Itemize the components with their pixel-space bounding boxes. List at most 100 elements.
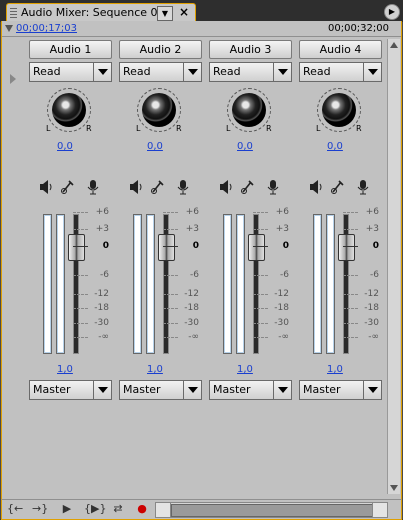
fader-tick: -12 — [343, 289, 383, 300]
chevron-down-icon — [183, 381, 201, 399]
chevron-down-icon — [93, 63, 111, 81]
fader-tick: +3 — [253, 224, 293, 235]
pan-right-label: R — [176, 124, 182, 133]
headphone-icon[interactable] — [241, 179, 255, 195]
panel-menu-icon[interactable]: ▶ — [384, 4, 400, 20]
fader-scale: +6 +3 0 -6 -12 -18 -30 -∞ — [343, 207, 383, 357]
go-to-out-icon[interactable]: →} — [32, 502, 48, 516]
scroll-up-icon[interactable] — [390, 42, 398, 48]
fader-tick: -18 — [253, 303, 293, 314]
fader-tick: -30 — [253, 318, 293, 329]
volume-value[interactable]: 1,0 — [327, 364, 343, 375]
microphone-icon[interactable] — [176, 179, 190, 195]
fader-tick-label: -6 — [370, 270, 379, 280]
volume-value[interactable]: 1,0 — [237, 364, 253, 375]
microphone-icon[interactable] — [86, 179, 100, 195]
speaker-icon[interactable] — [39, 179, 53, 195]
pan-value[interactable]: 0,0 — [57, 141, 73, 152]
fader-tick-label: -30 — [184, 318, 199, 328]
fader-tick-label: -18 — [184, 303, 199, 313]
go-to-in-icon[interactable]: {← — [7, 502, 23, 516]
track-name-button[interactable]: Audio 2 — [119, 40, 202, 59]
output-track-select[interactable]: Master — [299, 380, 382, 400]
pan-value[interactable]: 0,0 — [147, 141, 163, 152]
scroll-down-icon[interactable] — [390, 485, 398, 491]
automation-mode-select[interactable]: Read — [209, 62, 292, 82]
tab-menu-button[interactable]: ▼ — [157, 6, 173, 21]
chevron-down-icon — [363, 381, 381, 399]
pan-left-label: L — [46, 124, 51, 133]
automation-mode-value: Read — [33, 65, 61, 78]
speaker-icon[interactable] — [129, 179, 143, 195]
channel-strip: Audio 3 Read L R 0,0 +6 +3 0 -6 -12 -18 -30 -∞ 1,0 Mas… — [209, 21, 293, 421]
fader-tick: -∞ — [73, 332, 113, 343]
fader-tick-label: -6 — [280, 270, 289, 280]
track-name-button[interactable]: Audio 4 — [299, 40, 382, 59]
pan-knob[interactable] — [52, 93, 86, 127]
output-track-value: Master — [33, 383, 71, 396]
show-effects-icon[interactable] — [10, 74, 16, 84]
fader-tick-label: +3 — [185, 224, 199, 234]
play-in-to-out-icon[interactable]: {▶} — [84, 502, 106, 516]
fader-tick: -∞ — [253, 332, 293, 343]
loop-icon[interactable]: ⇄ — [110, 502, 126, 516]
microphone-icon[interactable] — [266, 179, 280, 195]
fader-tick: -6 — [253, 270, 293, 281]
horizontal-scrollbar[interactable] — [155, 502, 388, 518]
fader-tick-label: -6 — [190, 270, 199, 280]
speaker-icon[interactable] — [219, 179, 233, 195]
vertical-scrollbar[interactable] — [387, 39, 400, 494]
fader-tick: -18 — [73, 303, 113, 314]
output-track-select[interactable]: Master — [119, 380, 202, 400]
fader-tick-label: -30 — [94, 318, 109, 328]
tab-audio-mixer[interactable]: Audio Mixer: Sequence 01 ▼ × — [6, 3, 196, 22]
fader-scale: +6 +3 0 -6 -12 -18 -30 -∞ — [163, 207, 203, 357]
volume-value[interactable]: 1,0 — [57, 364, 73, 375]
output-track-select[interactable]: Master — [29, 380, 112, 400]
chevron-down-icon — [273, 63, 291, 81]
play-icon[interactable]: ▶ — [59, 502, 75, 516]
automation-mode-value: Read — [123, 65, 151, 78]
pan-right-label: R — [266, 124, 272, 133]
chevron-down-icon — [93, 381, 111, 399]
fader-tick-label: +3 — [365, 224, 379, 234]
pan-knob[interactable] — [322, 93, 356, 127]
pan-knob[interactable] — [232, 93, 266, 127]
output-track-select[interactable]: Master — [209, 380, 292, 400]
scroll-right-icon[interactable] — [372, 503, 387, 517]
track-name-button[interactable]: Audio 1 — [29, 40, 112, 59]
record-icon[interactable]: ● — [134, 502, 150, 516]
automation-mode-select[interactable]: Read — [29, 62, 112, 82]
fader-tick-label: -12 — [364, 289, 379, 299]
fader-tick: -18 — [163, 303, 203, 314]
headphone-icon[interactable] — [151, 179, 165, 195]
track-name-button[interactable]: Audio 3 — [209, 40, 292, 59]
fader-tick-label: +6 — [185, 207, 199, 217]
microphone-icon[interactable] — [356, 179, 370, 195]
fader-tick: +6 — [343, 207, 383, 218]
fader-tick: -6 — [73, 270, 113, 281]
fader-tick-label: -30 — [274, 318, 289, 328]
automation-mode-select[interactable]: Read — [119, 62, 202, 82]
volume-value[interactable]: 1,0 — [147, 364, 163, 375]
automation-mode-value: Read — [213, 65, 241, 78]
fader-tick-label: 0 — [282, 241, 289, 251]
speaker-icon[interactable] — [309, 179, 323, 195]
tab-bar: Audio Mixer: Sequence 01 ▼ × ▶ — [0, 0, 403, 22]
scroll-thumb[interactable] — [171, 504, 373, 517]
pan-value[interactable]: 0,0 — [237, 141, 253, 152]
pan-value[interactable]: 0,0 — [327, 141, 343, 152]
fader-tick: 0 — [73, 241, 113, 252]
close-icon[interactable]: × — [179, 5, 189, 19]
pan-knob[interactable] — [142, 93, 176, 127]
grip-icon[interactable] — [10, 8, 17, 18]
pan-right-label: R — [86, 124, 92, 133]
level-meter-right — [326, 214, 335, 354]
fader-tick-label: -12 — [94, 289, 109, 299]
level-meter-left — [43, 214, 52, 354]
headphone-icon[interactable] — [331, 179, 345, 195]
headphone-icon[interactable] — [61, 179, 75, 195]
automation-mode-select[interactable]: Read — [299, 62, 382, 82]
fader-tick: -6 — [163, 270, 203, 281]
scroll-left-icon[interactable] — [156, 503, 171, 517]
